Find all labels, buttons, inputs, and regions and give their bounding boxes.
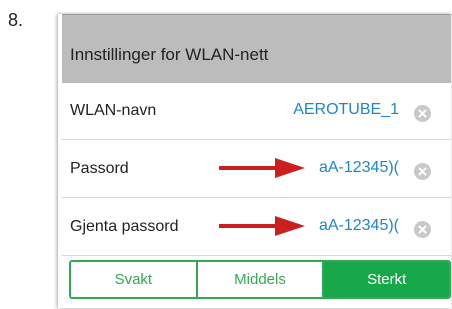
strength-strong-segment[interactable]: Sterkt [322,262,449,297]
password-row: Passord aA-12345)( [62,140,451,198]
annotation-arrow-icon [219,158,305,178]
wlan-name-label: WLAN-navn [70,102,157,119]
annotation-arrow-icon [219,216,305,236]
repeat-password-row: Gjenta passord aA-12345)( [62,198,451,256]
strength-weak-segment[interactable]: Svakt [71,262,196,297]
repeat-password-value[interactable]: aA-12345)( [319,217,399,235]
password-label: Passord [70,160,129,177]
clear-wlan-name-icon[interactable] [414,105,431,122]
wlan-settings-panel: Innstillinger for WLAN-nett WLAN-navn AE… [58,14,451,308]
repeat-password-label: Gjenta passord [70,218,179,235]
strength-medium-segment[interactable]: Middels [195,262,323,297]
password-value[interactable]: aA-12345)( [319,159,399,177]
clear-password-icon[interactable] [414,163,431,180]
step-number: 8. [8,10,24,30]
panel-title: Innstillinger for WLAN-nett [70,45,269,64]
wlan-name-value[interactable]: AEROTUBE_1 [293,101,399,119]
wlan-name-row: WLAN-navn AEROTUBE_1 [62,82,451,140]
clear-repeat-password-icon[interactable] [414,221,431,238]
password-strength-bar: Svakt Middels Sterkt [69,260,451,299]
panel-header: Innstillinger for WLAN-nett [62,14,451,83]
